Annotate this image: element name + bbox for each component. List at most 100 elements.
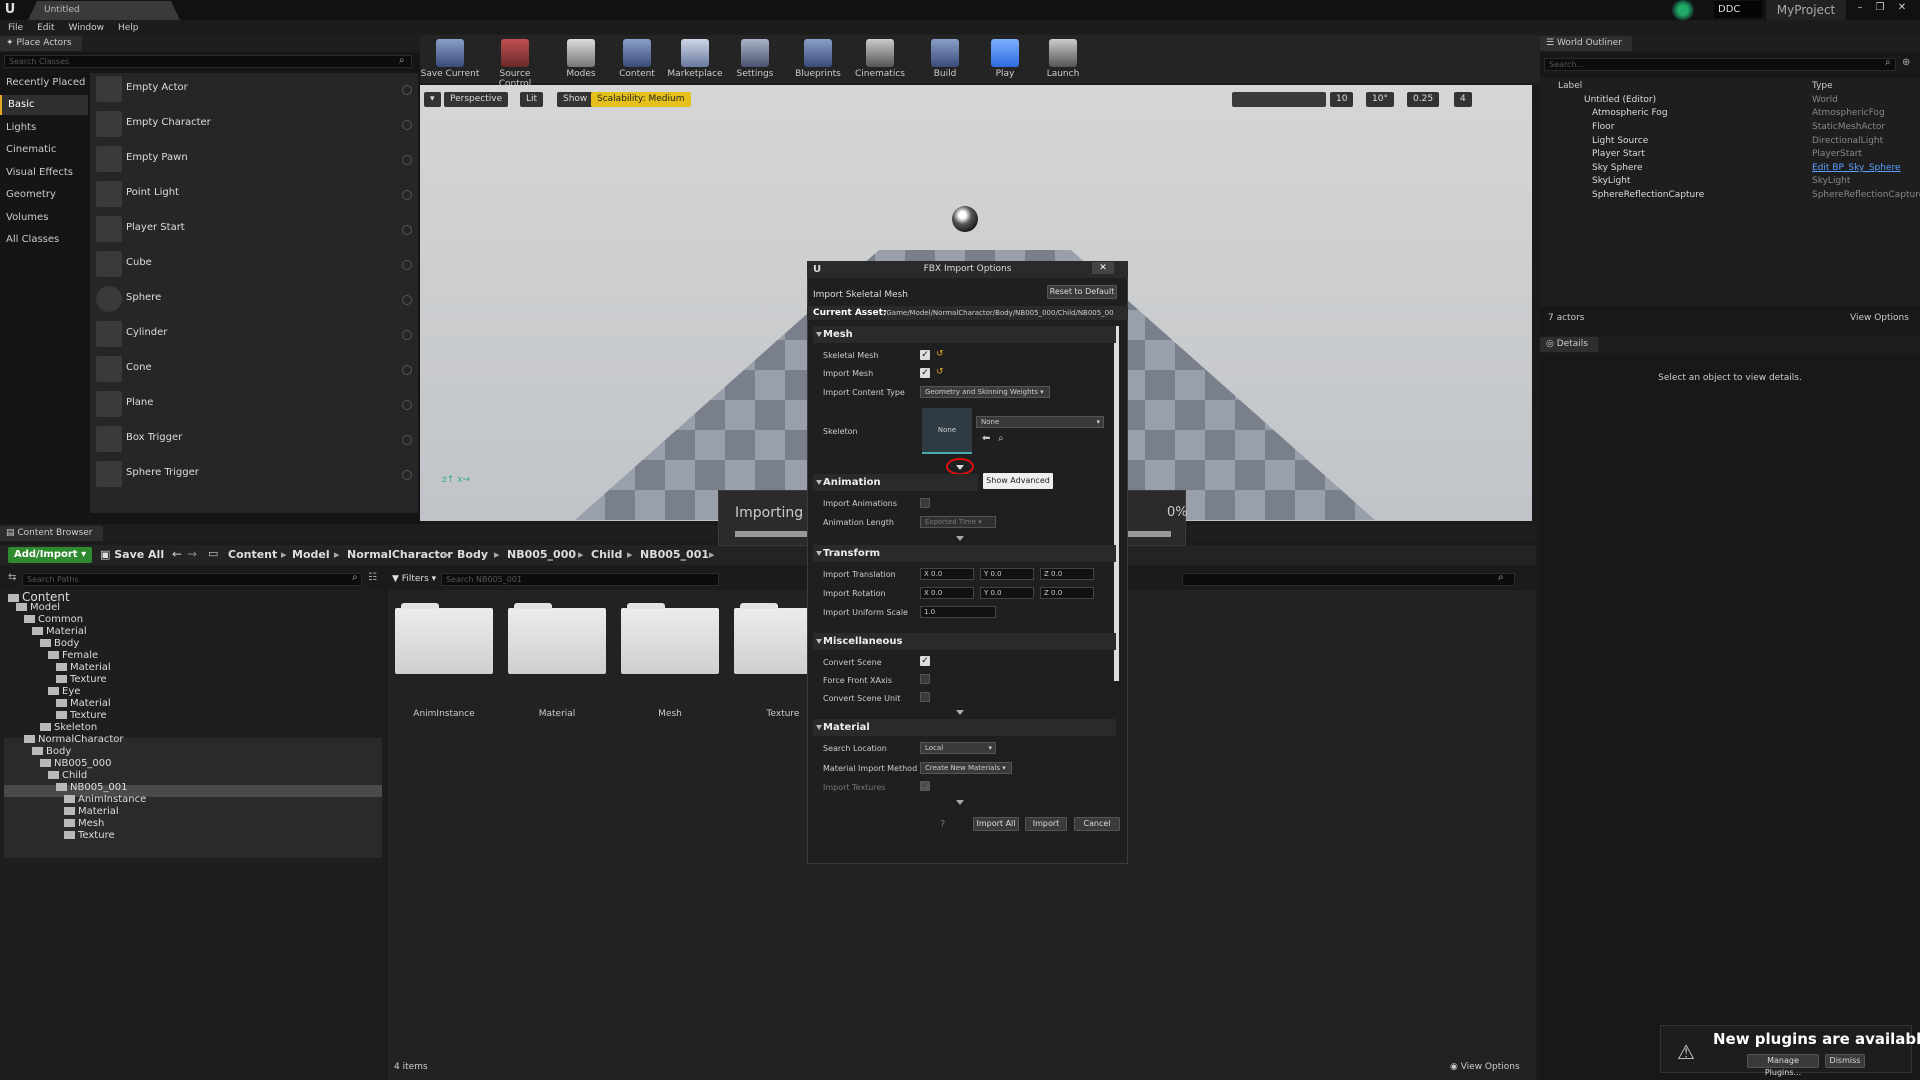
filters-button[interactable]: ▼ Filters ▾: [392, 574, 436, 584]
outliner-row[interactable]: SphereReflectionCapture SphereReflectionC…: [1540, 190, 1920, 203]
info-icon[interactable]: [402, 190, 412, 200]
close-window-icon[interactable]: ✕: [1894, 2, 1910, 14]
folder-material[interactable]: [508, 603, 606, 674]
breadcrumb-body[interactable]: Body: [457, 548, 488, 561]
info-icon[interactable]: [402, 260, 412, 270]
column-type[interactable]: Type: [1812, 81, 1833, 91]
convert-scene-checkbox[interactable]: ✓: [920, 656, 930, 666]
show-advanced-expander[interactable]: [956, 465, 964, 470]
sources-toggle-icon[interactable]: ⇆: [8, 572, 16, 583]
material-method-dropdown[interactable]: Create New Materials ▾: [920, 762, 1012, 774]
grid-snap-value[interactable]: 10: [1330, 92, 1354, 107]
place-actors-tab[interactable]: ✦ Place Actors: [0, 36, 82, 51]
menu-file[interactable]: File: [8, 23, 23, 33]
tree-folder-item[interactable]: AnimInstance: [64, 794, 146, 806]
tree-folder-item[interactable]: Model: [16, 602, 60, 614]
actor-cylinder[interactable]: Cylinder: [90, 318, 418, 352]
actor-point-light[interactable]: Point Light: [90, 178, 418, 212]
tree-folder-item[interactable]: Skeleton: [40, 722, 97, 734]
tree-folder-item[interactable]: Texture: [56, 710, 107, 722]
save-all-button[interactable]: ▣ Save All: [100, 548, 164, 561]
skeleton-thumbnail[interactable]: None: [922, 408, 972, 454]
source-control-button[interactable]: Source Control: [482, 35, 548, 89]
tree-folder-item[interactable]: Material: [56, 662, 111, 674]
tree-folder-item[interactable]: Body: [32, 746, 71, 758]
actor-empty-actor[interactable]: Empty Actor: [90, 73, 418, 107]
reset-arrow-icon[interactable]: ↺: [936, 349, 944, 359]
actor-cone[interactable]: Cone: [90, 353, 418, 387]
cancel-button[interactable]: Cancel: [1074, 817, 1120, 831]
lit-button[interactable]: Lit: [520, 92, 544, 107]
ddc-indicator[interactable]: DDC: [1714, 1, 1762, 18]
blueprints-button[interactable]: Blueprints: [790, 35, 846, 83]
dialog-scrollbar[interactable]: [1114, 326, 1119, 681]
translation-x-field[interactable]: X 0.0: [920, 568, 974, 580]
rotation-z-field[interactable]: Z 0.0: [1040, 587, 1094, 599]
reset-arrow-icon[interactable]: ↺: [936, 367, 944, 377]
tree-folder-item[interactable]: Content: [8, 590, 70, 604]
section-miscellaneous[interactable]: Miscellaneous: [813, 633, 1116, 650]
browse-magnifier-icon[interactable]: ⌕: [998, 433, 1004, 444]
category-all-classes[interactable]: All Classes: [0, 230, 88, 250]
settings-button[interactable]: Settings: [730, 35, 780, 83]
breadcrumb-model[interactable]: Model: [292, 548, 330, 561]
search-paths-input[interactable]: Search Paths: [22, 573, 362, 586]
import-mesh-checkbox[interactable]: ✓: [920, 368, 930, 378]
back-arrow-icon[interactable]: ←: [172, 547, 182, 561]
list-view-icon[interactable]: ☷: [368, 572, 377, 583]
translation-z-field[interactable]: Z 0.0: [1040, 568, 1094, 580]
reset-to-default-button[interactable]: Reset to Default: [1047, 285, 1117, 299]
perspective-button[interactable]: Perspective: [444, 92, 509, 107]
outliner-row[interactable]: Floor StaticMeshActor: [1540, 122, 1920, 135]
info-icon[interactable]: [402, 225, 412, 235]
info-icon[interactable]: [402, 120, 412, 130]
edit-blueprint-link[interactable]: Edit BP_Sky_Sphere: [1812, 163, 1901, 173]
details-tab[interactable]: ◎ Details: [1540, 337, 1598, 352]
tree-folder-item[interactable]: Material: [32, 626, 87, 638]
manage-plugins-button[interactable]: Manage Plugins...: [1747, 1054, 1819, 1077]
category-lights[interactable]: Lights: [0, 118, 88, 138]
info-icon[interactable]: [402, 435, 412, 445]
asset-search-input-tail[interactable]: [1182, 573, 1515, 586]
menu-help[interactable]: Help: [118, 23, 139, 33]
rotation-x-field[interactable]: X 0.0: [920, 587, 974, 599]
section-animation[interactable]: Animation: [813, 474, 978, 491]
import-animations-checkbox[interactable]: [920, 498, 930, 508]
category-cinematic[interactable]: Cinematic: [0, 140, 88, 160]
section-transform[interactable]: Transform: [813, 545, 1116, 562]
camera-speed-value[interactable]: 4: [1454, 92, 1472, 107]
import-all-button[interactable]: Import All: [973, 817, 1019, 831]
folder-texture[interactable]: [734, 603, 808, 674]
actor-player-start[interactable]: Player Start: [90, 213, 418, 247]
breadcrumb-normalcharactor[interactable]: NormalCharactor: [347, 548, 453, 561]
minimize-icon[interactable]: –: [1852, 2, 1868, 14]
actor-plane[interactable]: Plane: [90, 388, 418, 422]
info-icon[interactable]: [402, 295, 412, 305]
content-type-dropdown[interactable]: Geometry and Skinning Weights ▾: [920, 386, 1050, 398]
outliner-row[interactable]: Atmospheric Fog AtmosphericFog: [1540, 108, 1920, 121]
tree-folder-item[interactable]: Child: [48, 770, 87, 782]
uniform-scale-field[interactable]: 1.0: [920, 606, 996, 618]
outliner-row[interactable]: Untitled (Editor) World: [1540, 95, 1920, 108]
actor-box-trigger[interactable]: Box Trigger: [90, 423, 418, 457]
modes-button[interactable]: Modes: [556, 35, 606, 83]
info-icon[interactable]: [402, 470, 412, 480]
world-outliner-tab[interactable]: ☰ World Outliner: [1540, 36, 1632, 51]
show-button[interactable]: Show: [557, 92, 594, 107]
rotation-snap-value[interactable]: 10°: [1366, 92, 1394, 107]
forward-arrow-icon[interactable]: →: [187, 547, 197, 561]
info-icon[interactable]: [402, 85, 412, 95]
actor-empty-character[interactable]: Empty Character: [90, 108, 418, 142]
column-label[interactable]: Label: [1558, 81, 1582, 91]
dialog-close-icon[interactable]: ✕: [1092, 262, 1114, 274]
menu-window[interactable]: Window: [69, 23, 105, 33]
asset-search-input[interactable]: Search NB005_001: [441, 573, 719, 586]
search-classes-input[interactable]: Search Classes: [4, 55, 412, 68]
folder-mesh[interactable]: [621, 603, 719, 674]
section-mesh[interactable]: Mesh: [813, 326, 1116, 343]
outliner-row[interactable]: Sky Sphere Edit BP_Sky_Sphere: [1540, 163, 1920, 176]
actor-sphere-trigger[interactable]: Sphere Trigger: [90, 458, 418, 492]
use-selected-arrow-icon[interactable]: ⬅: [982, 433, 990, 444]
marketplace-button[interactable]: Marketplace: [666, 35, 724, 83]
breadcrumb-nb005-001[interactable]: NB005_001: [640, 548, 709, 561]
